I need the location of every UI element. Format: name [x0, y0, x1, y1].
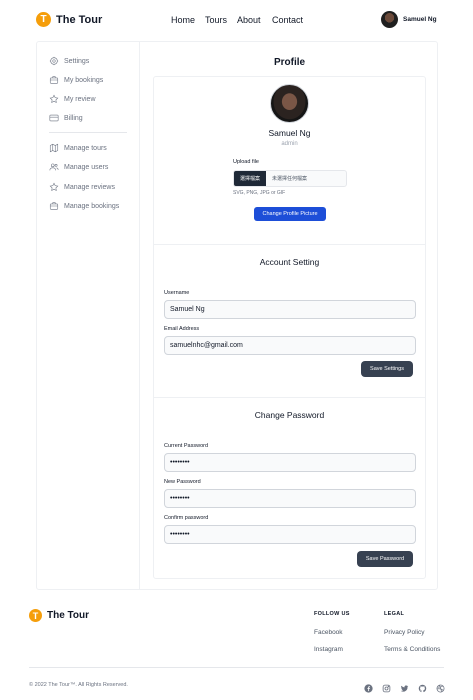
choose-file-button[interactable]: 選擇檔案: [234, 171, 267, 186]
sidebar-item-label: My bookings: [64, 76, 104, 84]
confirm-password-label: Confirm password: [164, 515, 209, 521]
sidebar-item-manage-bookings[interactable]: Manage bookings: [49, 201, 119, 211]
top-header: T The Tour Home Tours About Contact Samu…: [0, 0, 473, 40]
dribbble-icon[interactable]: [436, 680, 445, 693]
section-divider: [154, 397, 425, 398]
email-field[interactable]: samuelnhc@gmail.com: [164, 336, 416, 355]
copyright: © 2022 The Tour™. All Rights Reserved.: [29, 682, 128, 688]
footer-brand-name: The Tour: [47, 610, 90, 621]
follow-us-heading: FOLLOW US: [314, 611, 350, 617]
current-password-label: Current Password: [164, 443, 209, 449]
map-icon: [49, 143, 59, 153]
user-menu[interactable]: Samuel Ng: [381, 11, 437, 28]
logo-mark-icon: T: [29, 609, 42, 622]
sidebar-item-label: Manage reviews: [64, 183, 115, 191]
sidebar-item-settings[interactable]: Settings: [49, 56, 89, 66]
logo-mark-icon: T: [36, 12, 51, 27]
terms-link[interactable]: Terms & Conditions: [384, 646, 440, 653]
nav-contact-link[interactable]: Contact: [272, 15, 303, 25]
file-status: 未選擇任何檔案: [272, 176, 308, 182]
sidebar-item-label: My review: [64, 95, 96, 103]
facebook-link[interactable]: Facebook: [314, 629, 343, 636]
profile-avatar: [270, 84, 309, 123]
account-setting-title: Account Setting: [259, 257, 320, 267]
briefcase-icon: [49, 202, 59, 210]
profile-name: Samuel Ng: [268, 128, 311, 138]
settings-card: Settings My bookings My review Billing M…: [36, 41, 438, 590]
sidebar-item-my-review[interactable]: My review: [49, 94, 96, 104]
new-password-label: New Password: [164, 479, 201, 485]
brand-logo[interactable]: T The Tour: [36, 12, 102, 27]
sidebar-item-label: Manage users: [64, 163, 109, 171]
instagram-icon[interactable]: [382, 680, 391, 693]
nav-tours-link[interactable]: Tours: [205, 15, 227, 25]
sidebar: Settings My bookings My review Billing M…: [37, 42, 140, 589]
page-title: Profile: [273, 57, 306, 68]
sidebar-item-label: Manage tours: [64, 144, 107, 152]
star-icon: [49, 182, 59, 191]
section-divider: [154, 244, 425, 245]
sidebar-divider: [49, 132, 127, 133]
sidebar-item-manage-users[interactable]: Manage users: [49, 162, 108, 172]
sidebar-item-billing[interactable]: Billing: [49, 113, 83, 123]
file-input[interactable]: 選擇檔案 未選擇任何檔案: [233, 170, 347, 187]
upload-label: Upload file: [233, 159, 259, 165]
users-icon: [49, 163, 59, 171]
legal-heading: LEGAL: [384, 611, 405, 617]
footer-logo[interactable]: T The Tour: [29, 609, 89, 622]
save-settings-button[interactable]: Save Settings: [361, 361, 413, 377]
twitter-icon[interactable]: [400, 680, 409, 692]
sidebar-item-manage-tours[interactable]: Manage tours: [49, 143, 107, 153]
change-profile-picture-button[interactable]: Change Profile Picture: [254, 207, 326, 221]
user-name: Samuel Ng: [403, 16, 437, 23]
brand-name: The Tour: [56, 13, 103, 26]
nav-home-link[interactable]: Home: [171, 15, 195, 25]
instagram-link[interactable]: Instagram: [314, 646, 343, 653]
privacy-policy-link[interactable]: Privacy Policy: [384, 629, 424, 636]
avatar: [381, 11, 398, 28]
sidebar-item-label: Manage bookings: [64, 202, 120, 210]
sidebar-item-label: Billing: [64, 114, 83, 122]
sidebar-item-manage-reviews[interactable]: Manage reviews: [49, 182, 115, 192]
email-label: Email Address: [164, 326, 200, 332]
current-password-field[interactable]: ••••••••: [164, 453, 416, 472]
username-field[interactable]: Samuel Ng: [164, 300, 416, 319]
credit-card-icon: [49, 114, 59, 122]
settings-content: Samuel Ng admin Upload file 選擇檔案 未選擇任何檔案…: [153, 76, 426, 579]
new-password-field[interactable]: ••••••••: [164, 489, 416, 508]
nav-about-link[interactable]: About: [237, 15, 261, 25]
footer-divider: [29, 667, 444, 668]
briefcase-icon: [49, 76, 59, 84]
sidebar-item-label: Settings: [64, 57, 90, 65]
save-password-button[interactable]: Save Password: [357, 551, 413, 567]
file-hint: SVG, PNG, JPG or GIF: [233, 190, 286, 196]
username-label: Username: [164, 290, 190, 296]
star-icon: [49, 94, 59, 103]
sidebar-item-my-bookings[interactable]: My bookings: [49, 75, 103, 85]
change-password-title: Change Password: [254, 410, 325, 420]
github-icon[interactable]: [418, 680, 427, 693]
facebook-icon[interactable]: [364, 680, 373, 693]
confirm-password-field[interactable]: ••••••••: [164, 525, 416, 544]
profile-role: admin: [281, 141, 298, 147]
gear-icon: [49, 56, 59, 66]
